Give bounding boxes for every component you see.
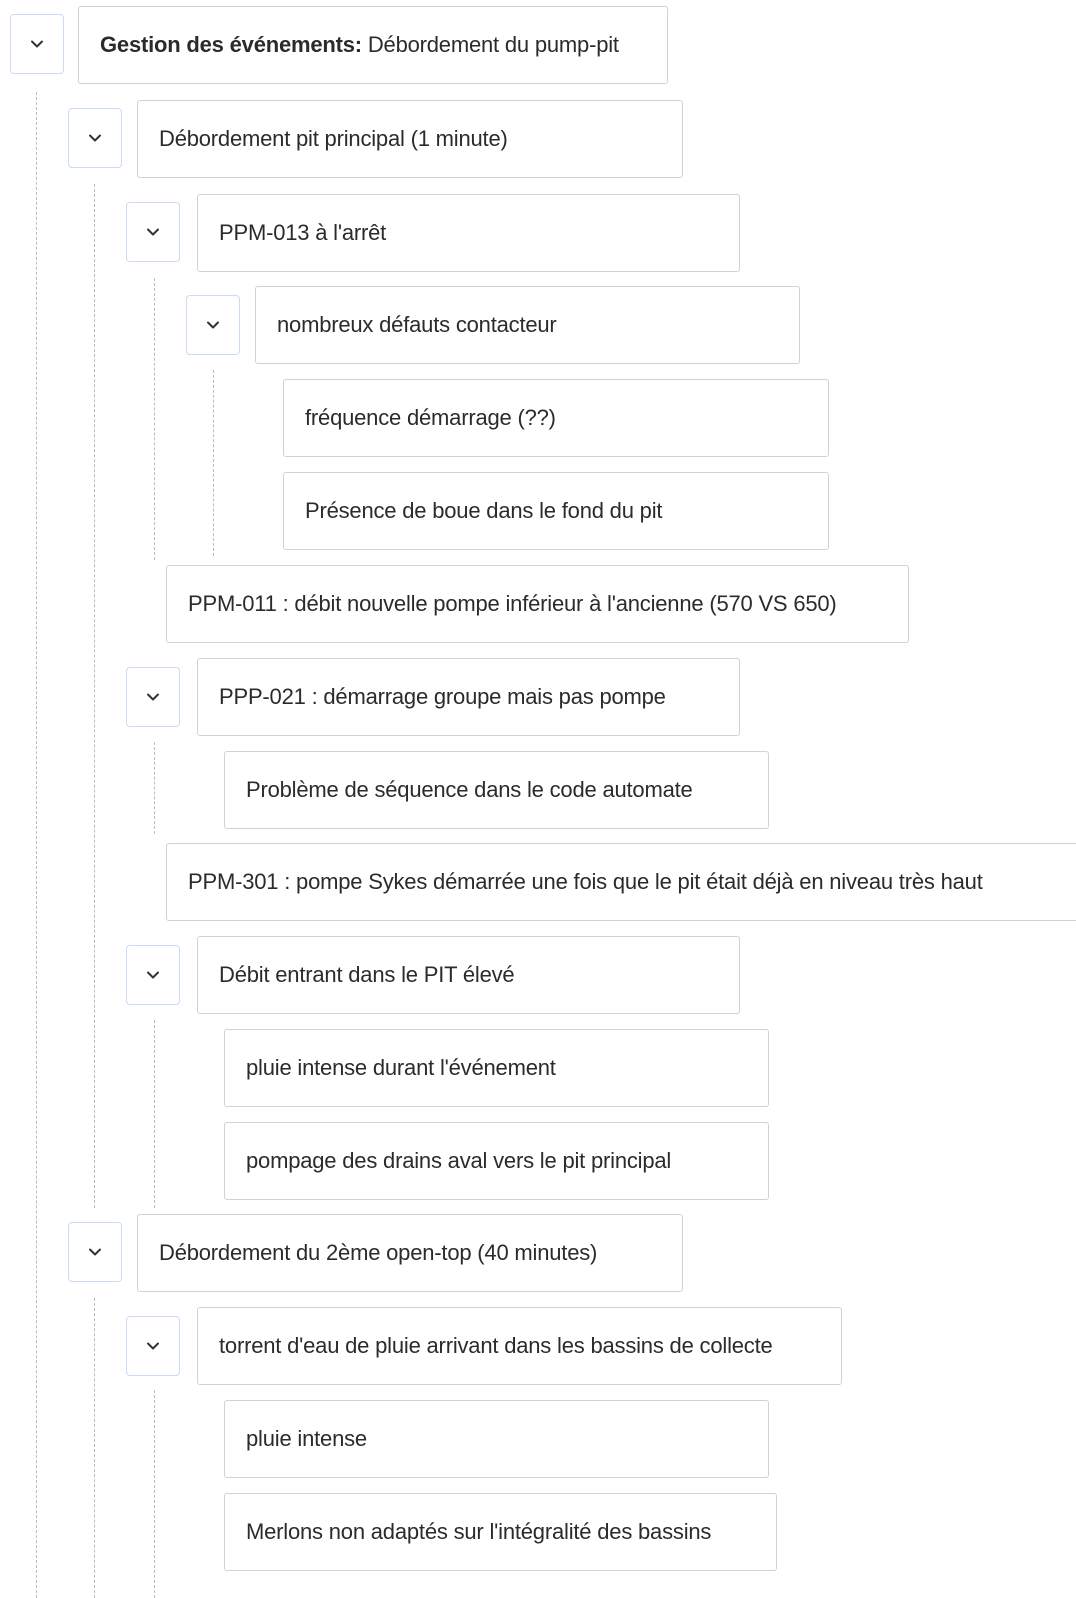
chevron-down-icon — [31, 40, 43, 48]
node-label: fréquence démarrage (??) — [305, 405, 556, 430]
chevron-down-icon — [147, 1342, 159, 1350]
expand-toggle-n2[interactable] — [68, 1222, 122, 1282]
node-label: pluie intense — [246, 1426, 367, 1451]
node-label: torrent d'eau de pluie arrivant dans les… — [219, 1333, 773, 1358]
expand-toggle-n1-1-1[interactable] — [186, 295, 240, 355]
tree-guide-line — [213, 370, 214, 556]
expand-toggle-n1[interactable] — [68, 108, 122, 168]
tree-node-n2-1[interactable]: torrent d'eau de pluie arrivant dans les… — [197, 1307, 842, 1385]
expand-toggle-n2-1[interactable] — [126, 1316, 180, 1376]
node-label: pompage des drains aval vers le pit prin… — [246, 1148, 672, 1173]
node-label: PPM-011 : débit nouvelle pompe inférieur… — [188, 591, 837, 616]
tree-guide-line — [154, 278, 155, 560]
node-label: Débordement pit principal (1 minute) — [159, 126, 508, 151]
node-label: Présence de boue dans le fond du pit — [305, 498, 663, 523]
node-label: PPP-021 : démarrage groupe mais pas pomp… — [219, 684, 666, 709]
tree-guide-line — [94, 184, 95, 1208]
tree-node-n1[interactable]: Débordement pit principal (1 minute) — [137, 100, 683, 178]
node-label-prefix: Gestion des événements: — [100, 32, 362, 57]
tree-node-n1-2[interactable]: PPM-011 : débit nouvelle pompe inférieur… — [166, 565, 909, 643]
expand-toggle-n1-5[interactable] — [126, 945, 180, 1005]
tree-guide-line — [154, 1390, 155, 1598]
tree-node-n2[interactable]: Débordement du 2ème open-top (40 minutes… — [137, 1214, 683, 1292]
chevron-down-icon — [207, 321, 219, 329]
chevron-down-icon — [147, 228, 159, 236]
tree-node-n1-1-1-1[interactable]: fréquence démarrage (??) — [283, 379, 829, 457]
tree-node-n1-1-1-2[interactable]: Présence de boue dans le fond du pit — [283, 472, 829, 550]
tree-node-n1-5-1[interactable]: pluie intense durant l'événement — [224, 1029, 769, 1107]
tree-guide-line — [94, 1298, 95, 1598]
node-label: nombreux défauts contacteur — [277, 312, 557, 337]
tree-node-root[interactable]: Gestion des événements: Débordement du p… — [78, 6, 668, 84]
tree-guide-line — [154, 1020, 155, 1208]
chevron-down-icon — [147, 971, 159, 979]
tree-node-n2-1-2[interactable]: Merlons non adaptés sur l'intégralité de… — [224, 1493, 777, 1571]
node-label: PPM-013 à l'arrêt — [219, 220, 387, 245]
node-label: Merlons non adaptés sur l'intégralité de… — [246, 1519, 712, 1544]
tree-guide-line — [154, 742, 155, 834]
chevron-down-icon — [89, 134, 101, 142]
expand-toggle-n1-3[interactable] — [126, 667, 180, 727]
tree-node-n1-5-2[interactable]: pompage des drains aval vers le pit prin… — [224, 1122, 769, 1200]
expand-toggle-n1-1[interactable] — [126, 202, 180, 262]
tree-node-n1-4[interactable]: PPM-301 : pompe Sykes démarrée une fois … — [166, 843, 1076, 921]
tree-node-n2-1-1[interactable]: pluie intense — [224, 1400, 769, 1478]
node-label: Débit entrant dans le PIT élevé — [219, 962, 515, 987]
chevron-down-icon — [89, 1248, 101, 1256]
tree-node-n1-5[interactable]: Débit entrant dans le PIT élevé — [197, 936, 740, 1014]
node-label: Problème de séquence dans le code automa… — [246, 777, 693, 802]
tree-node-n1-1-1[interactable]: nombreux défauts contacteur — [255, 286, 800, 364]
expand-toggle-root[interactable] — [10, 14, 64, 74]
tree-node-n1-3-1[interactable]: Problème de séquence dans le code automa… — [224, 751, 769, 829]
node-label: Débordement du pump-pit — [361, 32, 619, 57]
node-label: pluie intense durant l'événement — [246, 1055, 556, 1080]
tree-node-n1-1[interactable]: PPM-013 à l'arrêt — [197, 194, 740, 272]
node-label: Débordement du 2ème open-top (40 minutes… — [159, 1240, 598, 1265]
chevron-down-icon — [147, 693, 159, 701]
tree-guide-line — [36, 92, 37, 1598]
tree-node-n1-3[interactable]: PPP-021 : démarrage groupe mais pas pomp… — [197, 658, 740, 736]
node-label: PPM-301 : pompe Sykes démarrée une fois … — [188, 869, 983, 894]
